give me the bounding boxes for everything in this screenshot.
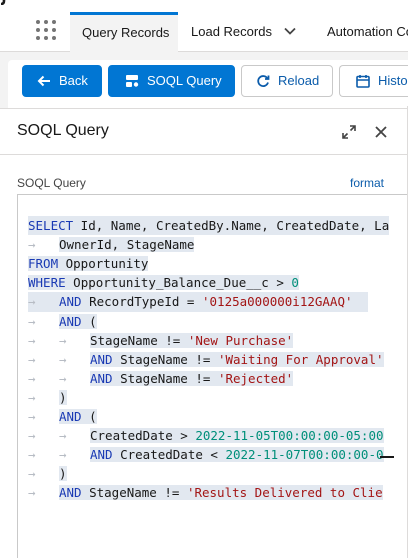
history-button[interactable]: Histo bbox=[339, 65, 408, 97]
code-line: →) bbox=[28, 466, 67, 482]
code-line: → → AND StageName != 'Waiting For Approval… bbox=[28, 351, 384, 367]
soql-query-panel: SOQL Query SOQL Query format SELECT Id, … bbox=[0, 108, 408, 558]
app-logo-fragment bbox=[0, 0, 14, 6]
reload-button[interactable]: Reload bbox=[241, 65, 333, 97]
history-label: Histo bbox=[378, 73, 408, 88]
code-line: → AND ( bbox=[28, 409, 97, 425]
back-button[interactable]: Back bbox=[22, 65, 102, 97]
panel-title: SOQL Query bbox=[17, 122, 109, 139]
soql-field-label: SOQL Query bbox=[17, 176, 86, 190]
expand-icon[interactable] bbox=[341, 124, 357, 140]
refresh-icon bbox=[257, 75, 270, 87]
soql-code: SELECT Id, Name, CreatedBy.Name, Created… bbox=[28, 197, 390, 541]
close-icon[interactable] bbox=[373, 124, 389, 140]
chevron-down-icon[interactable] bbox=[283, 24, 297, 38]
back-label: Back bbox=[59, 73, 88, 88]
code-line: → → StageName != 'New Purchase' bbox=[28, 332, 294, 348]
tab-label: Load Records bbox=[191, 24, 272, 39]
code-line: SELECT Id, Name, CreatedBy.Name, Created… bbox=[28, 216, 390, 236]
tab-label: Query Records bbox=[82, 25, 170, 40]
panel-header: SOQL Query bbox=[0, 109, 408, 155]
query-icon bbox=[126, 75, 139, 87]
code-line: → → AND StageName != 'Rejected' bbox=[28, 370, 294, 386]
code-line: → OwnerId, StageName bbox=[28, 237, 195, 253]
code-line: → AND ( bbox=[28, 313, 97, 329]
code-line: WHERE Opportunity_Balance_Due__c > 0 bbox=[28, 275, 299, 291]
soql-editor[interactable]: SELECT Id, Name, CreatedBy.Name, Created… bbox=[17, 194, 408, 558]
reload-label: Reload bbox=[278, 73, 320, 88]
tab-load-records[interactable]: Load Records bbox=[191, 12, 272, 52]
tab-query-records[interactable]: Query Records bbox=[70, 12, 178, 52]
code-line: FROM Opportunity bbox=[28, 256, 149, 272]
format-link[interactable]: format bbox=[350, 176, 384, 190]
app-launcher-icon[interactable] bbox=[36, 20, 58, 42]
soql-query-label: SOQL Query bbox=[147, 73, 222, 88]
calendar-icon bbox=[356, 75, 370, 88]
toolbar: Back SOQL Query Reload Histo bbox=[0, 52, 408, 108]
tab-automation-control[interactable]: Automation Co bbox=[327, 12, 408, 52]
tab-label: Automation Co bbox=[327, 24, 408, 39]
arrow-left-icon bbox=[37, 75, 50, 87]
code-line: → → AND CreatedDate < 2022-11-07T00:00:00-… bbox=[28, 447, 384, 463]
code-line: → AND RecordTypeId = '0125a000000i12GAAQ' bbox=[28, 292, 368, 312]
soql-query-button[interactable]: SOQL Query bbox=[108, 65, 235, 97]
code-line: → → CreatedDate > 2022-11-05T00:00:00-05:0… bbox=[28, 428, 384, 444]
text-cursor bbox=[380, 456, 394, 458]
top-strip bbox=[0, 0, 408, 12]
code-line: → AND StageName != 'Results Delivered to … bbox=[28, 485, 383, 501]
code-line: →) bbox=[28, 389, 67, 405]
app-nav-bar: Query Records Load Records Automation Co bbox=[0, 12, 408, 52]
